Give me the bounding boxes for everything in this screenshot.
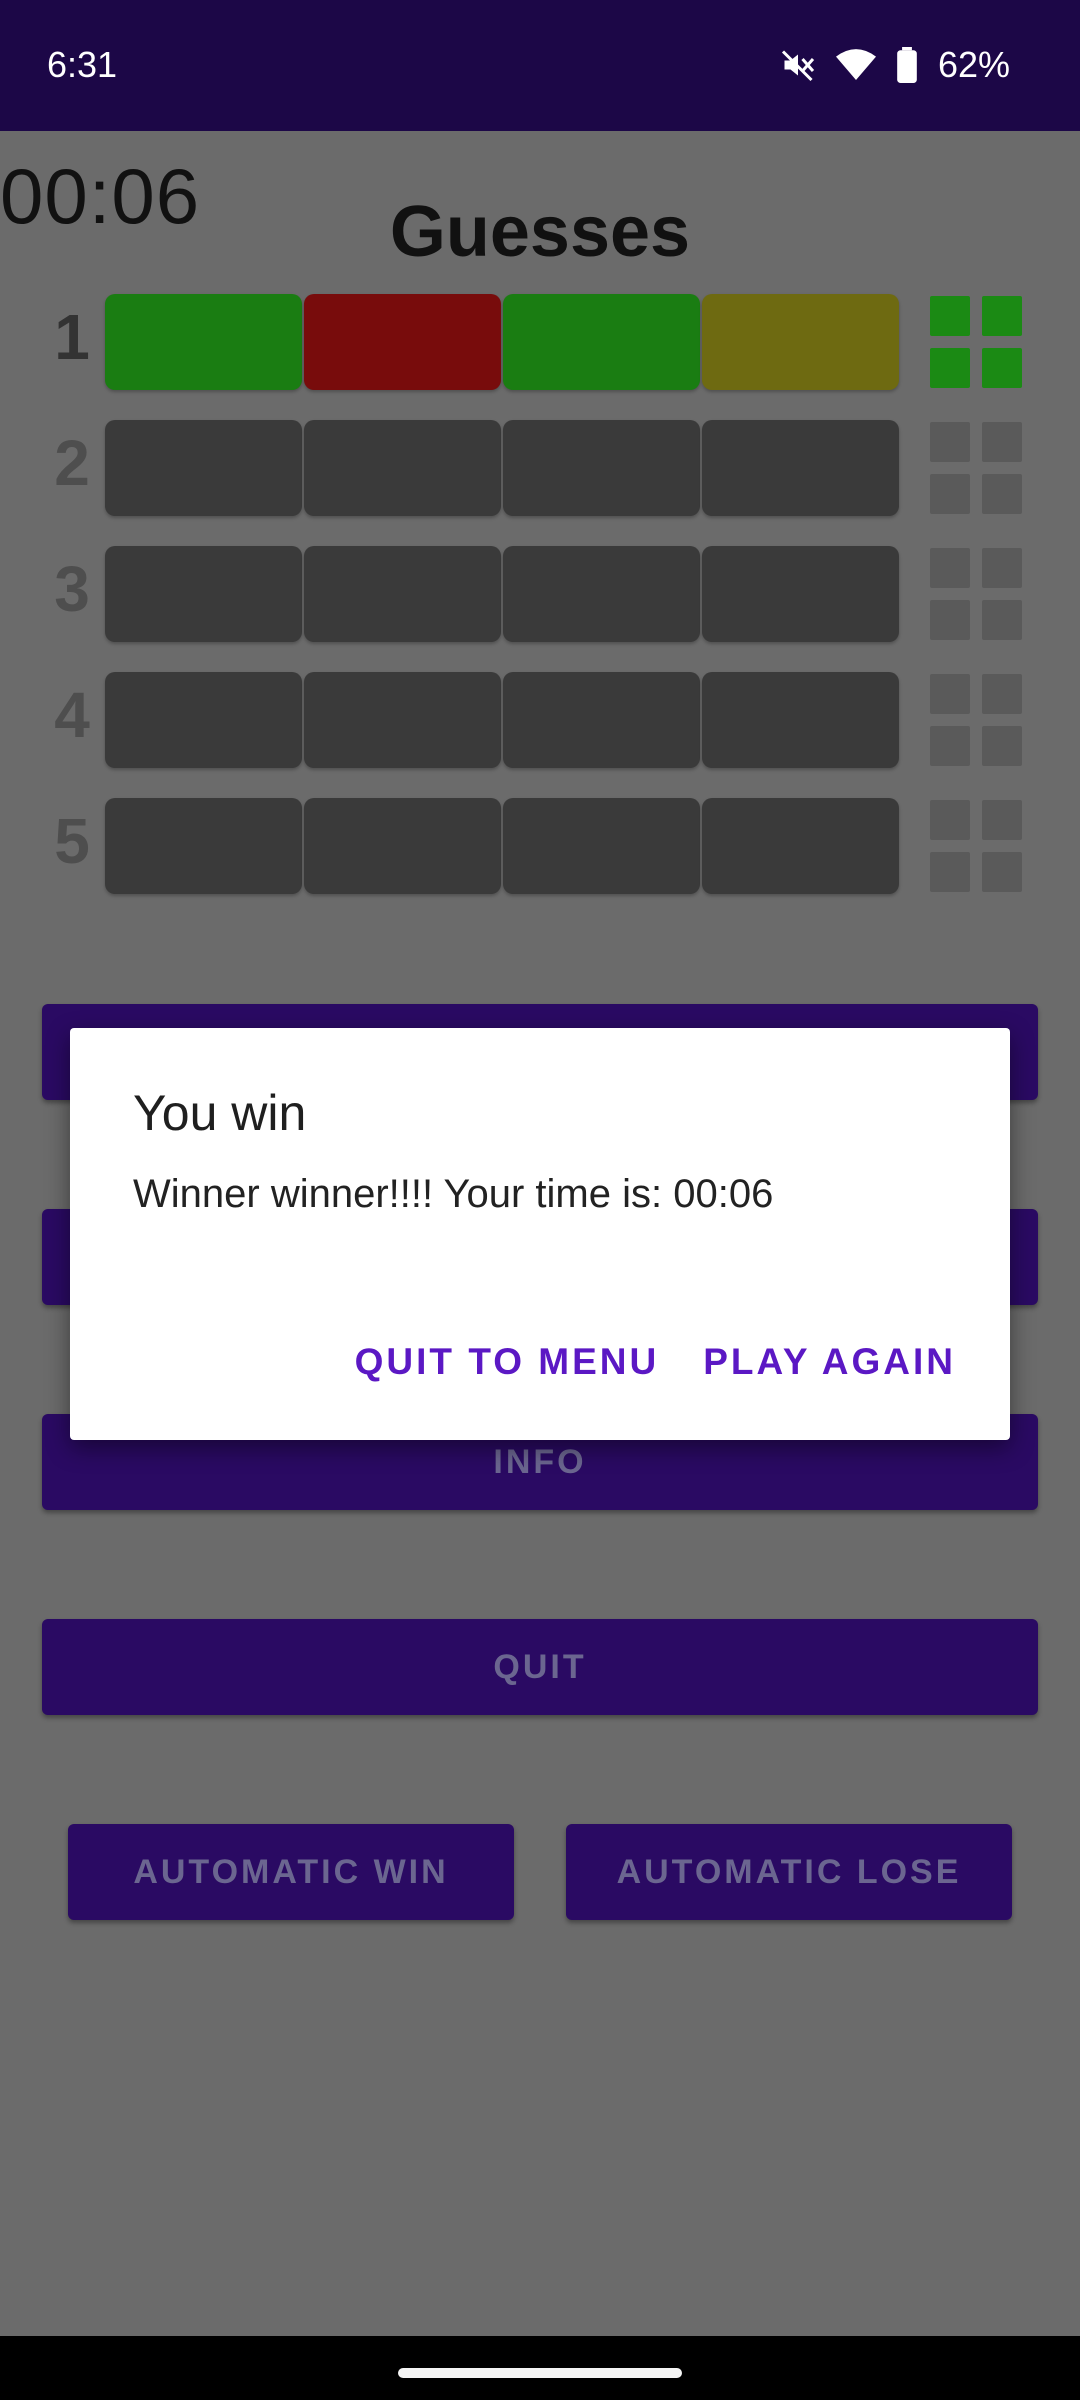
row-number: 5 (54, 805, 90, 877)
guess-slots (105, 672, 899, 768)
feedback-peg (982, 296, 1022, 336)
guess-slot[interactable] (503, 798, 700, 894)
feedback-peg (982, 800, 1022, 840)
feedback-peg (982, 474, 1022, 514)
feedback-peg (982, 422, 1022, 462)
guess-slot[interactable] (304, 420, 501, 516)
status-bar: 6:31 62% (0, 0, 1080, 131)
dialog-title: You win (133, 1085, 307, 1141)
guess-row: 4 (0, 672, 1080, 768)
guess-slot[interactable] (105, 672, 302, 768)
guess-slot[interactable] (702, 420, 899, 516)
feedback-peg (982, 674, 1022, 714)
guess-slot[interactable] (503, 672, 700, 768)
guess-slot[interactable] (304, 672, 501, 768)
automatic-lose-button[interactable]: AUTOMATIC LOSE (566, 1824, 1012, 1920)
guess-slot[interactable] (702, 798, 899, 894)
battery-icon (896, 47, 918, 83)
dialog-message: Winner winner!!!! Your time is: 00:06 (133, 1172, 774, 1216)
guess-slot[interactable] (105, 546, 302, 642)
automatic-win-button[interactable]: AUTOMATIC WIN (68, 1824, 514, 1920)
feedback-peg (930, 296, 970, 336)
feedback-pegs (930, 422, 1022, 514)
row-number: 2 (54, 427, 90, 499)
mute-icon (780, 47, 816, 83)
guess-row: 3 (0, 546, 1080, 642)
guess-slots (105, 546, 899, 642)
feedback-peg (930, 348, 970, 388)
status-icons: 62% (780, 40, 1010, 90)
guess-slot[interactable] (304, 546, 501, 642)
row-number: 1 (54, 301, 90, 373)
guess-slot[interactable] (105, 420, 302, 516)
status-time: 6:31 (47, 44, 118, 85)
guess-slot[interactable] (503, 420, 700, 516)
guess-slot[interactable] (503, 546, 700, 642)
feedback-peg (930, 422, 970, 462)
feedback-peg (982, 600, 1022, 640)
quit-button[interactable]: QUIT (42, 1619, 1038, 1715)
feedback-peg (930, 600, 970, 640)
guess-slot[interactable] (702, 546, 899, 642)
guess-slot[interactable] (702, 672, 899, 768)
guess-slot[interactable] (503, 294, 700, 390)
feedback-pegs (930, 674, 1022, 766)
dialog-actions: QUIT TO MENU PLAY AGAIN (355, 1341, 956, 1383)
guess-slot[interactable] (304, 294, 501, 390)
feedback-pegs (930, 548, 1022, 640)
guess-slots (105, 798, 899, 894)
feedback-peg (930, 726, 970, 766)
feedback-peg (930, 548, 970, 588)
feedback-peg (982, 548, 1022, 588)
feedback-peg (930, 674, 970, 714)
home-handle[interactable] (398, 2368, 682, 2378)
guess-slot[interactable] (105, 294, 302, 390)
guesses-title: Guesses (389, 192, 691, 272)
wifi-icon (835, 47, 876, 83)
win-dialog: You win Winner winner!!!! Your time is: … (70, 1028, 1010, 1440)
guess-row: 5 (0, 798, 1080, 894)
guess-slot[interactable] (105, 798, 302, 894)
play-again-button[interactable]: PLAY AGAIN (703, 1341, 956, 1383)
feedback-pegs (930, 296, 1022, 388)
feedback-peg (930, 800, 970, 840)
guess-slot[interactable] (702, 294, 899, 390)
row-number: 4 (54, 679, 90, 751)
feedback-peg (982, 348, 1022, 388)
guess-row: 2 (0, 420, 1080, 516)
feedback-peg (982, 726, 1022, 766)
guess-slots (105, 294, 899, 390)
battery-percent: 62% (937, 44, 1010, 85)
feedback-peg (930, 474, 970, 514)
guess-slots (105, 420, 899, 516)
feedback-peg (930, 852, 970, 892)
row-number: 3 (54, 553, 90, 625)
guess-slot[interactable] (304, 798, 501, 894)
guess-row: 1 (0, 294, 1080, 390)
quit-to-menu-button[interactable]: QUIT TO MENU (355, 1341, 660, 1383)
feedback-pegs (930, 800, 1022, 892)
feedback-peg (982, 852, 1022, 892)
